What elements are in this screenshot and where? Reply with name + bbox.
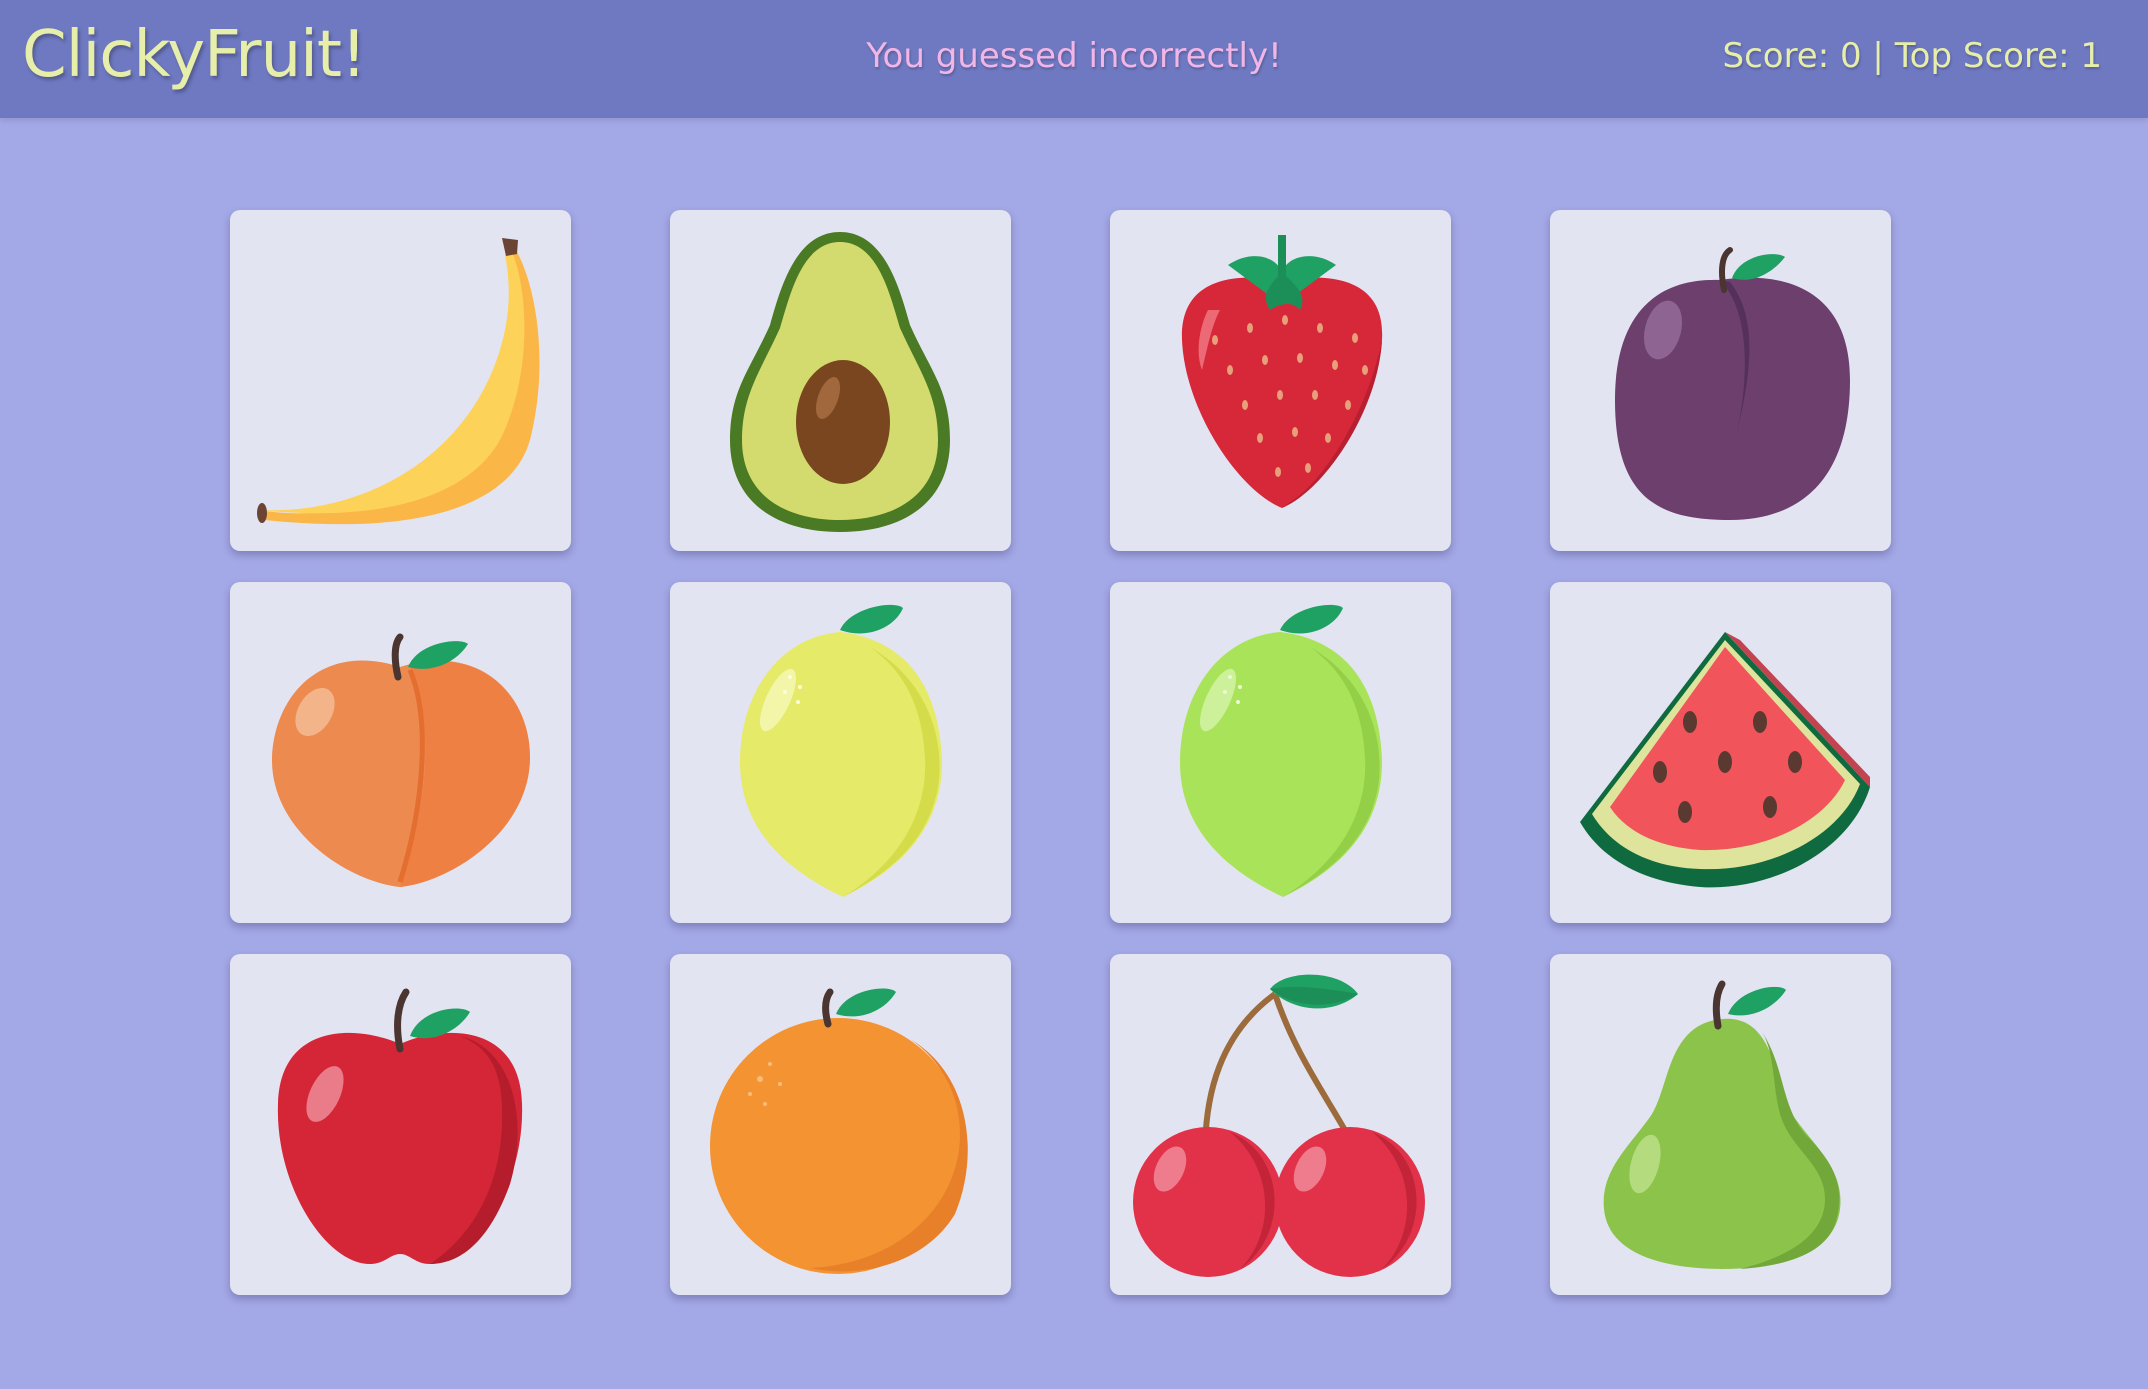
brand-title[interactable]: ClickyFruit!	[22, 10, 367, 100]
card-peach[interactable]	[230, 582, 571, 923]
card-lemon[interactable]	[670, 582, 1011, 923]
strawberry-icon	[1181, 235, 1383, 508]
card-cherry[interactable]	[1110, 954, 1451, 1295]
card-apple[interactable]	[230, 954, 571, 1295]
avocado-icon	[730, 232, 950, 532]
plum-icon	[1615, 247, 1850, 520]
pear-icon	[1603, 980, 1841, 1269]
card-plum[interactable]	[1550, 210, 1891, 551]
card-lime[interactable]	[1110, 582, 1451, 923]
orange-icon	[710, 988, 968, 1274]
cherry-icon	[1133, 974, 1425, 1277]
card-pear[interactable]	[1550, 954, 1891, 1295]
banana-icon	[257, 238, 540, 525]
watermelon-icon	[1580, 632, 1870, 888]
card-strawberry[interactable]	[1110, 210, 1451, 551]
peach-icon	[271, 633, 530, 887]
lime-icon	[1180, 604, 1382, 897]
card-watermelon[interactable]	[1550, 582, 1891, 923]
apple-icon	[277, 988, 523, 1264]
lemon-icon	[740, 604, 942, 897]
card-avocado[interactable]	[670, 210, 1011, 551]
score-display: Score: 0 | Top Score: 1	[1722, 36, 2103, 76]
card-banana[interactable]	[230, 210, 571, 551]
card-orange[interactable]	[670, 954, 1011, 1295]
navbar: ClickyFruit! You guessed incorrectly! Sc…	[0, 0, 2148, 118]
